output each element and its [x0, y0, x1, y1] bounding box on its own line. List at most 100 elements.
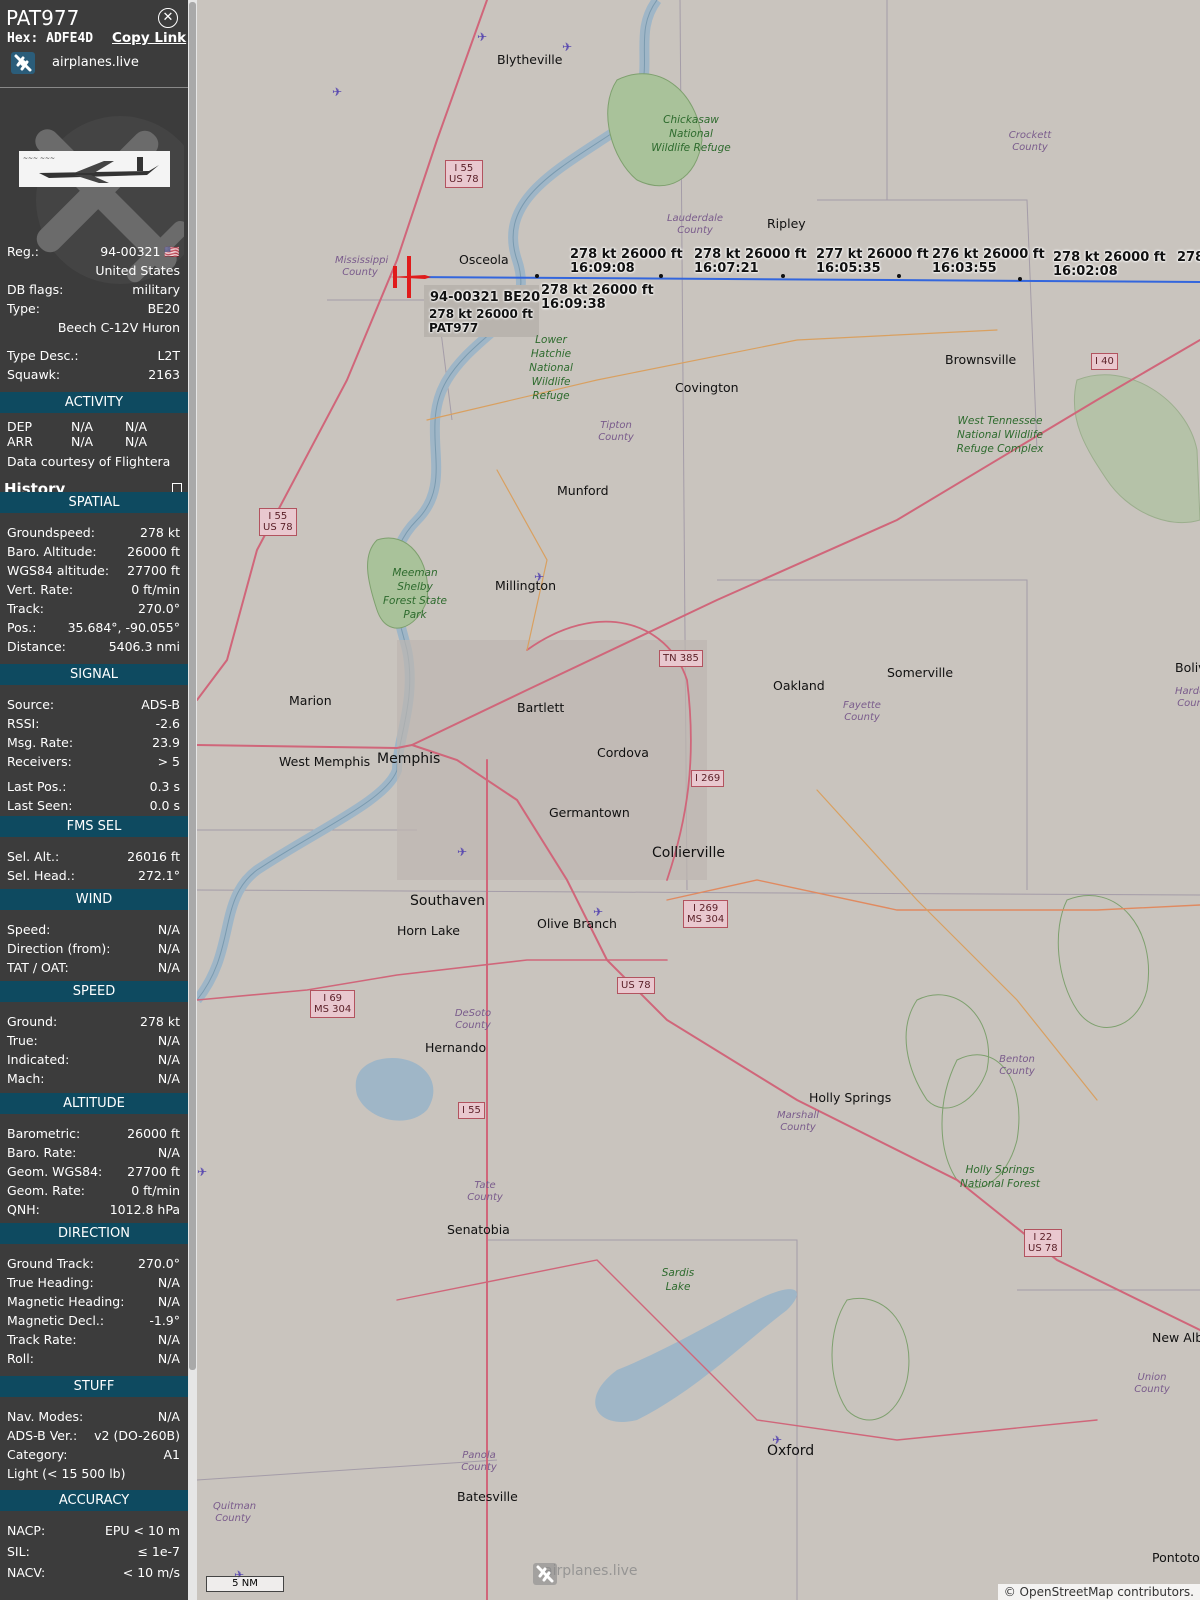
country-value: United States [95, 263, 180, 278]
other-aircraft-icon[interactable]: ✈ [772, 1433, 782, 1447]
road-shield: I 55 US 78 [259, 508, 297, 536]
signal-row-value: 23.9 [152, 735, 180, 750]
other-aircraft-icon[interactable]: ✈ [593, 905, 603, 919]
spatial-row: Groundspeed: 278 kt [7, 524, 180, 542]
direction-row-label: Track Rate: [7, 1332, 77, 1347]
track-point-label: 278 kt 26000 ft 16:09:08 [570, 247, 683, 276]
aircraft-info-panel: PAT977 ✕ Hex: ADFE4D Copy Link airplanes… [0, 0, 188, 1600]
stuff-row: Nav. Modes: N/A [7, 1408, 180, 1426]
hex-line: Hex: ADFE4D [7, 31, 94, 46]
other-aircraft-icon[interactable]: ✈ [457, 845, 467, 859]
direction-row-value: N/A [157, 1275, 180, 1290]
signal-row: Msg. Rate: 23.9 [7, 734, 180, 752]
place-label: Ripley [767, 216, 806, 231]
altitude-row-value: 1012.8 hPa [109, 1202, 180, 1217]
altitude-row-value: N/A [157, 1145, 180, 1160]
speed-row-value: N/A [157, 1071, 180, 1086]
county-label: Hardeman County [1175, 686, 1200, 709]
direction-row-value: N/A [157, 1351, 180, 1366]
direction-row-value: -1.9° [149, 1313, 180, 1328]
place-label: Horn Lake [397, 923, 460, 938]
park-label: Meeman Shelby Forest State Park [383, 567, 447, 621]
track-point-dot[interactable] [1018, 277, 1022, 281]
close-icon[interactable]: ✕ [158, 8, 178, 28]
squawk-row: Squawk: 2163 [7, 367, 180, 382]
track-point-label: 278 kt 26000 ft 16:09:38 [541, 283, 654, 312]
spatial-row: WGS84 altitude: 27700 ft [7, 562, 180, 580]
activity-header: ACTIVITY [0, 392, 188, 413]
map-base [197, 0, 1200, 1600]
callsign-title: PAT977 [6, 6, 80, 30]
county-label: Lauderdale County [666, 213, 724, 236]
road-shield: US 78 [617, 977, 655, 994]
other-aircraft-icon[interactable]: ✈ [534, 570, 544, 584]
spatial-row: Distance: 5406.3 nmi [7, 638, 180, 656]
accuracy-row-value: ≤ 1e-7 [137, 1544, 180, 1559]
other-aircraft-icon[interactable]: ✈ [477, 30, 487, 44]
speed-row-label: Indicated: [7, 1052, 70, 1067]
direction-row-label: Magnetic Decl.: [7, 1313, 105, 1328]
speed-row-label: True: [7, 1033, 38, 1048]
stuff-row-value: A1 [163, 1447, 180, 1462]
other-aircraft-icon[interactable]: ✈ [562, 40, 572, 54]
signal-row: Last Pos.: 0.3 s [7, 778, 180, 796]
arr-value-2: N/A [125, 434, 148, 449]
direction-row: True Heading: N/A [7, 1274, 180, 1292]
county-label: Marshall County [776, 1110, 820, 1133]
spatial-row-label: Track: [7, 601, 44, 616]
other-aircraft-icon[interactable]: ✈ [332, 85, 342, 99]
direction-row-label: Ground Track: [7, 1256, 94, 1271]
airplanes-live-logo-icon[interactable] [11, 52, 35, 74]
altitude-row-value: 0 ft/min [131, 1183, 180, 1198]
track-point-dot[interactable] [781, 274, 785, 278]
direction-row-value: N/A [157, 1294, 180, 1309]
spatial-row-label: Distance: [7, 639, 66, 654]
track-point-dot[interactable] [659, 274, 663, 278]
map-view[interactable]: 94-00321 BE20 278 kt 26000 ft PAT977 278… [197, 0, 1200, 1600]
accuracy-row-value: < 10 m/s [122, 1565, 180, 1580]
track-point-label: 278 kt 26000 ft 16:02:08 [1053, 250, 1166, 279]
accuracy-row-value: EPU < 10 m [104, 1523, 180, 1538]
road-shield: TN 385 [659, 650, 703, 667]
spatial-row-label: Vert. Rate: [7, 582, 74, 597]
signal-row-label: Last Pos.: [7, 779, 67, 794]
plane-label-line-2: 278 kt 26000 ft [429, 307, 534, 321]
direction-row: Magnetic Heading: N/A [7, 1293, 180, 1311]
fms-sel-row: Sel. Head.: 272.1° [7, 867, 180, 885]
reg-value: 94-00321 [100, 244, 161, 259]
accuracy-row: NACP: EPU < 10 m [7, 1522, 180, 1540]
db-flags-row: DB flags: military [7, 282, 180, 297]
track-point-dot[interactable] [535, 274, 539, 278]
county-label: Benton County [999, 1054, 1035, 1077]
park-label: Sardis Lake [661, 1267, 695, 1293]
spatial-row-label: Pos.: [7, 620, 37, 635]
altitude-row-label: Baro. Rate: [7, 1145, 77, 1160]
data-courtesy: Data courtesy of Flightera [7, 454, 171, 469]
direction-row: Roll: N/A [7, 1350, 180, 1368]
flightera-link[interactable]: Flightera [115, 454, 170, 469]
place-label: New Albany [1152, 1330, 1200, 1345]
county-label: Fayette County [843, 700, 881, 723]
place-label: Osceola [459, 252, 509, 267]
aircraft-photo[interactable]: ~~~ ~~~ [19, 151, 170, 187]
copy-link[interactable]: Copy Link [112, 30, 186, 46]
type-full-value: Beech C-12V Huron [57, 320, 180, 335]
signal-row-value: -2.6 [155, 716, 180, 731]
source-name[interactable]: airplanes.live [52, 55, 139, 70]
signal-row-label: Last Seen: [7, 798, 73, 813]
map-attribution[interactable]: © OpenStreetMap contributors. [997, 1584, 1200, 1600]
other-aircraft-icon[interactable]: ✈ [197, 1165, 207, 1179]
sidebar-scrollbar-thumb[interactable] [189, 2, 196, 1370]
direction-row: Track Rate: N/A [7, 1331, 180, 1349]
track-point-dot[interactable] [897, 274, 901, 278]
speed-row-value: N/A [157, 1052, 180, 1067]
altitude-row-value: 27700 ft [127, 1164, 180, 1179]
signal-row-label: Source: [7, 697, 55, 712]
place-label: Collierville [652, 845, 725, 861]
speed-row-label: Mach: [7, 1071, 45, 1086]
park-label: Holly Springs National Forest [960, 1164, 1040, 1190]
direction-row-label: True Heading: [7, 1275, 94, 1290]
county-label: Tate County [467, 1180, 503, 1203]
speed-header: SPEED [0, 981, 188, 1002]
direction-row: Magnetic Decl.: -1.9° [7, 1312, 180, 1330]
